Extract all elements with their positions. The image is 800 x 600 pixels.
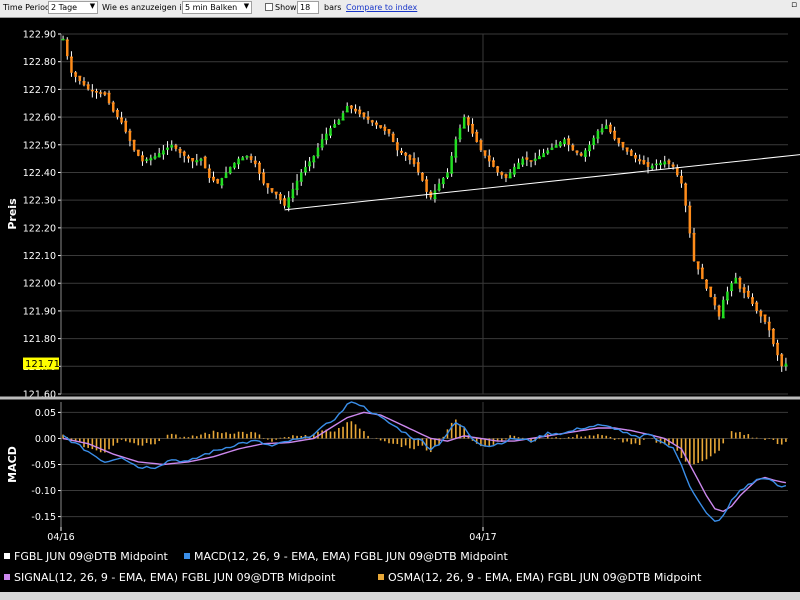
price-y-tick-label: 122.80 (23, 57, 56, 68)
last-price-marker: 121.71 (25, 359, 60, 370)
price-y-tick-label: 121.80 (23, 334, 56, 345)
legend-item-signal: SIGNAL(12, 26, 9 - EMA, EMA) FGBL JUN 09… (4, 571, 335, 584)
time-period-value: 2 Tage (51, 3, 78, 12)
square-icon (184, 553, 190, 559)
chart-area: 122.90 122.80 122.70 122.60 122.50 122.40 122.… (0, 18, 800, 546)
legend-item-label: SIGNAL(12, 26, 9 - EMA, EMA) FGBL JUN 09… (14, 571, 336, 584)
price-y-tick-label: 122.50 (23, 140, 56, 151)
macd-y-tick-label: -0.10 (31, 486, 56, 497)
legend-item-macd: MACD(12, 26, 9 - EMA, EMA) FGBL JUN 09@D… (184, 550, 508, 563)
bars-label: bars (324, 3, 342, 12)
compare-to-index-link[interactable]: Compare to index (346, 3, 417, 12)
display-mode-value: 5 min Balken (185, 3, 238, 12)
macd-y-axis-label: MACD (6, 446, 19, 483)
square-icon (378, 574, 384, 580)
chevron-down-icon[interactable]: ▼ (242, 1, 251, 12)
restore-icon[interactable]: ▫ (788, 0, 800, 12)
bars-count-input[interactable]: 18 (297, 1, 319, 14)
macd-y-tick-label: -0.15 (31, 512, 56, 523)
price-y-tick-label: 122.30 (23, 196, 56, 207)
x-tick-label: 04/17 (469, 532, 496, 543)
macd-y-tick-label: 0.00 (35, 434, 56, 445)
legend-item-label: MACD(12, 26, 9 - EMA, EMA) FGBL JUN 09@D… (194, 550, 508, 563)
price-y-tick-label: 122.20 (23, 223, 56, 234)
square-icon (4, 574, 10, 580)
bars-count-value: 18 (300, 3, 311, 12)
display-label: Wie es anzuzeigen ist (102, 3, 189, 12)
time-period-label: Time Period (3, 3, 51, 12)
legend-item-label: OSMA(12, 26, 9 - EMA, EMA) FGBL JUN 09@D… (388, 571, 702, 584)
chart-toolbar: Time Period 2 Tage ▼ Wie es anzuzeigen i… (0, 0, 800, 18)
price-y-tick-label: 122.40 (23, 168, 56, 179)
x-tick-label: 04/16 (47, 532, 74, 543)
show-label: Show (275, 3, 297, 12)
price-y-tick-label: 121.90 (23, 306, 56, 317)
show-bars-checkbox[interactable] (265, 3, 273, 11)
legend-item-price: FGBL JUN 09@DTB Midpoint (4, 550, 168, 563)
chevron-down-icon[interactable]: ▼ (88, 1, 97, 12)
price-y-tick-label: 122.70 (23, 85, 56, 96)
square-icon (4, 553, 10, 559)
price-y-tick-label: 122.90 (23, 30, 56, 41)
price-y-tick-label: 122.60 (23, 113, 56, 124)
macd-y-tick-label: 0.05 (35, 408, 56, 419)
legend-item-label: FGBL JUN 09@DTB Midpoint (14, 550, 168, 563)
status-bar (0, 592, 800, 600)
legend-item-osma: OSMA(12, 26, 9 - EMA, EMA) FGBL JUN 09@D… (378, 571, 701, 584)
price-y-tick-label: 122.00 (23, 279, 56, 290)
macd-y-tick-label: -0.05 (31, 460, 56, 471)
chart-background (0, 18, 800, 546)
price-y-axis-label: Preis (6, 198, 19, 230)
price-y-tick-label: 122.10 (23, 251, 56, 262)
